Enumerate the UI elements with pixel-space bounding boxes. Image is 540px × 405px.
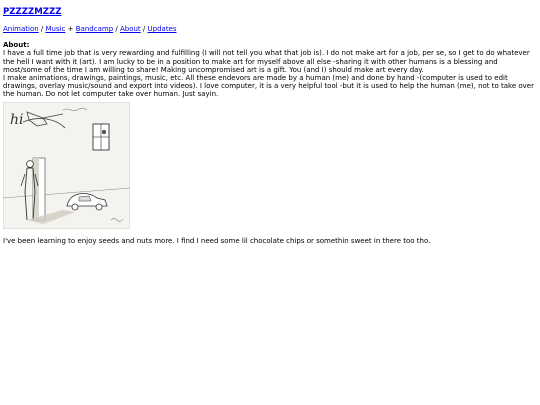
nav-separator: +: [67, 25, 74, 33]
nav-separator: /: [142, 25, 146, 33]
nav-link-about[interactable]: About: [120, 25, 141, 33]
page-content: PZZZZMZZZ Animation / Music + Bandcamp /…: [3, 7, 537, 245]
site-title: PZZZZMZZZ: [3, 7, 537, 17]
nav-link-animation[interactable]: Animation: [3, 25, 39, 33]
nav-link-updates[interactable]: Updates: [148, 25, 177, 33]
update-note: I've been learning to enjoy seeds and nu…: [3, 236, 431, 245]
handwritten-text: hi: [10, 112, 24, 128]
about-paragraph-2: I make animations, drawings, paintings, …: [3, 74, 534, 99]
nav-link-bandcamp[interactable]: Bandcamp: [76, 25, 113, 33]
nav-separator: /: [115, 25, 118, 33]
nav-bar: Animation / Music + Bandcamp / About / U…: [3, 25, 537, 33]
about-heading: About:: [3, 41, 30, 50]
nav-separator: /: [40, 25, 44, 33]
site-title-link[interactable]: PZZZZMZZZ: [3, 7, 61, 17]
about-section: About: I have a full time job that is ve…: [3, 41, 537, 98]
sketch-drawing-image: hi: [3, 101, 130, 229]
nav-link-music[interactable]: Music: [46, 25, 66, 33]
about-paragraph-1: I have a full time job that is very rewa…: [3, 49, 530, 74]
